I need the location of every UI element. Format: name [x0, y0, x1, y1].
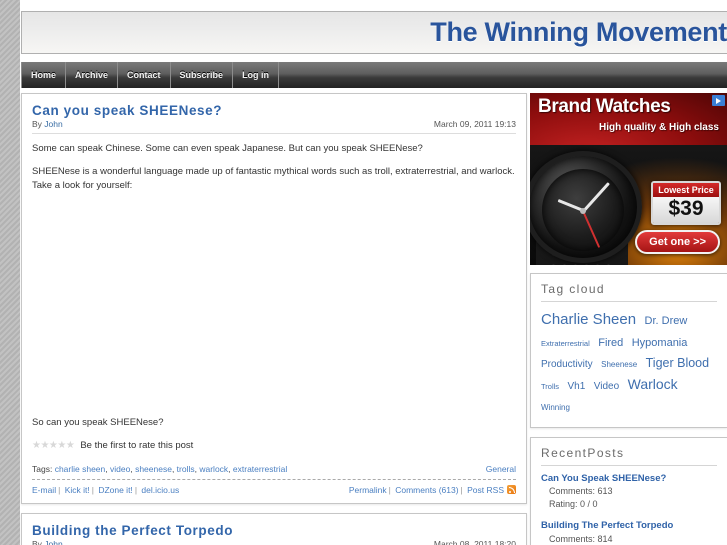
post-meta: By John March 08, 2011 18:20 [32, 539, 516, 545]
post-actions: Permalink | Comments (613) | Post RSS [349, 485, 516, 495]
ad-price-box: Lowest Price $39 [651, 181, 721, 226]
ad-header: Brand Watches [530, 93, 727, 145]
recent-post-link[interactable]: Building The Perfect Torpedo [541, 520, 717, 532]
recent-post-comments: Comments: 613 [549, 486, 613, 497]
nav-item-archive[interactable]: Archive [66, 62, 119, 88]
post-article: Building the Perfect Torpedo By John Mar… [21, 513, 527, 545]
recent-posts-title: RecentPosts [541, 446, 717, 466]
post-author-link[interactable]: John [44, 119, 62, 129]
nav-item-subscribe[interactable]: Subscribe [171, 62, 234, 88]
rss-icon[interactable] [507, 485, 516, 495]
share-link-delicious[interactable]: del.icio.us [141, 485, 179, 495]
post-article: Can you speak SHEENese? By John March 09… [21, 93, 527, 505]
post-date: March 08, 2011 18:20 [433, 539, 516, 545]
tag-cloud-title: Tag cloud [541, 282, 717, 302]
tag-link[interactable]: sheenese [135, 464, 172, 474]
recent-post-rating: Rating: 0 / 0 [549, 499, 598, 510]
post-paragraph-2: SHEENese is a wonderful language made up… [32, 165, 515, 191]
ad-title: Brand Watches [538, 96, 671, 117]
page-wrapper: The Winning Movement Home Archive Contac… [20, 0, 727, 545]
adchoices-icon[interactable] [712, 95, 725, 106]
tag-link[interactable]: warlock [199, 464, 228, 474]
share-link-email[interactable]: E-mail [32, 485, 56, 495]
share-links: E-mail | Kick it! | DZone it! | del.icio.us [32, 485, 180, 496]
watch-center-pin [580, 208, 586, 214]
post-paragraph-3: So can you speak SHEENese? [32, 417, 164, 429]
cloud-tag-sheenese[interactable]: Sheenese [601, 360, 637, 369]
post-footer-links: E-mail | Kick it! | DZone it! | del.icio.us… [32, 480, 516, 495]
tag-link[interactable]: charlie sheen [55, 464, 106, 474]
post-author: By John [32, 539, 63, 545]
post-meta: By John March 09, 2011 19:13 [32, 119, 516, 134]
recent-post-comments: Comments: 814 [549, 533, 613, 544]
cloud-tag-warlock[interactable]: Warlock [628, 376, 678, 392]
post-rating: ★★★★★ Be the first to rate this post [32, 440, 516, 451]
cloud-tag-hypomania[interactable]: Hypomania [632, 337, 688, 349]
ad-subtitle: High quality & High class [598, 122, 719, 133]
post-title[interactable]: Can you speak SHEENese? [32, 103, 516, 118]
recent-posts-widget: RecentPosts Can You Speak SHEENese? Comm… [530, 436, 727, 545]
advertisement-banner[interactable]: Brand Watches High quality & High class … [530, 93, 727, 265]
post-rss-link[interactable]: Post RSS [467, 485, 504, 495]
page-title: The Winning Movement [430, 17, 727, 47]
star-rating-icon[interactable]: ★★★★★ [32, 440, 75, 451]
watch-second-hand [582, 209, 601, 248]
ad-body: Lowest Price $39 Get one >> [530, 145, 727, 265]
video-embed-placeholder[interactable] [32, 201, 516, 417]
cloud-tag-productivity[interactable]: Productivity [541, 359, 593, 370]
cloud-tag-winning[interactable]: Winning [541, 403, 570, 412]
ad-cta-button[interactable]: Get one >> [635, 230, 720, 254]
post-by-label: By [32, 119, 42, 129]
cloud-tag-charlie-sheen[interactable]: Charlie Sheen [541, 311, 636, 328]
list-item: Building The Perfect Torpedo Comments: 8… [541, 520, 717, 545]
tag-cloud-widget: Tag cloud Charlie Sheen Dr. Drew Extrate… [530, 273, 727, 428]
post-author: By John [32, 119, 63, 129]
post-body: Some can speak Chinese. Some can even sp… [32, 142, 516, 430]
share-link-kickit[interactable]: Kick it! [65, 485, 90, 495]
ad-price-value: $39 [653, 197, 719, 224]
cloud-tag-fired[interactable]: Fired [598, 337, 623, 349]
post-category-link[interactable]: General [486, 464, 516, 474]
nav-item-login[interactable]: Log in [233, 62, 280, 88]
ad-price-label: Lowest Price [653, 183, 719, 197]
cloud-tag-extraterrestrial[interactable]: Extraterrestrial [541, 339, 590, 348]
post-author-link[interactable]: John [44, 539, 62, 545]
post-tags: Tags: charlie sheen, video, sheenese, tr… [32, 464, 288, 475]
tag-link[interactable]: video [110, 464, 130, 474]
post-date: March 09, 2011 19:13 [433, 119, 516, 129]
post-by-label: By [32, 539, 42, 545]
post-tags-row: Tags: charlie sheen, video, sheenese, tr… [32, 464, 516, 481]
post-title[interactable]: Building the Perfect Torpedo [32, 523, 516, 538]
site-header: The Winning Movement [21, 11, 727, 54]
nav-item-home[interactable]: Home [21, 62, 67, 88]
nav-item-contact[interactable]: Contact [118, 62, 171, 88]
recent-post-link[interactable]: Can You Speak SHEENese? [541, 473, 717, 485]
cloud-tag-trolls[interactable]: Trolls [541, 382, 559, 391]
sidebar: Brand Watches High quality & High class … [530, 93, 727, 545]
cloud-tag-dr-drew[interactable]: Dr. Drew [645, 315, 688, 327]
rating-text: Be the first to rate this post [80, 440, 194, 452]
cloud-tag-vh1[interactable]: Vh1 [568, 381, 586, 392]
watch-minute-hand [581, 182, 610, 213]
main-navigation: Home Archive Contact Subscribe Log in [21, 62, 727, 88]
tag-link[interactable]: trolls [177, 464, 195, 474]
list-item: Can You Speak SHEENese? Comments: 613 Ra… [541, 473, 717, 511]
cloud-tag-tiger-blood[interactable]: Tiger Blood [646, 356, 709, 370]
post-paragraph-1: Some can speak Chinese. Some can even sp… [32, 143, 423, 154]
share-link-dzone[interactable]: DZone it! [98, 485, 133, 495]
cloud-tag-video[interactable]: Video [594, 381, 619, 392]
comments-link[interactable]: Comments (613) [395, 485, 458, 495]
permalink-link[interactable]: Permalink [349, 485, 387, 495]
tag-cloud-list: Charlie Sheen Dr. Drew Extraterrestrial … [541, 309, 717, 417]
main-content: Can you speak SHEENese? By John March 09… [21, 93, 527, 545]
tags-label: Tags: [32, 464, 53, 475]
tag-link[interactable]: extraterrestrial [233, 464, 287, 474]
